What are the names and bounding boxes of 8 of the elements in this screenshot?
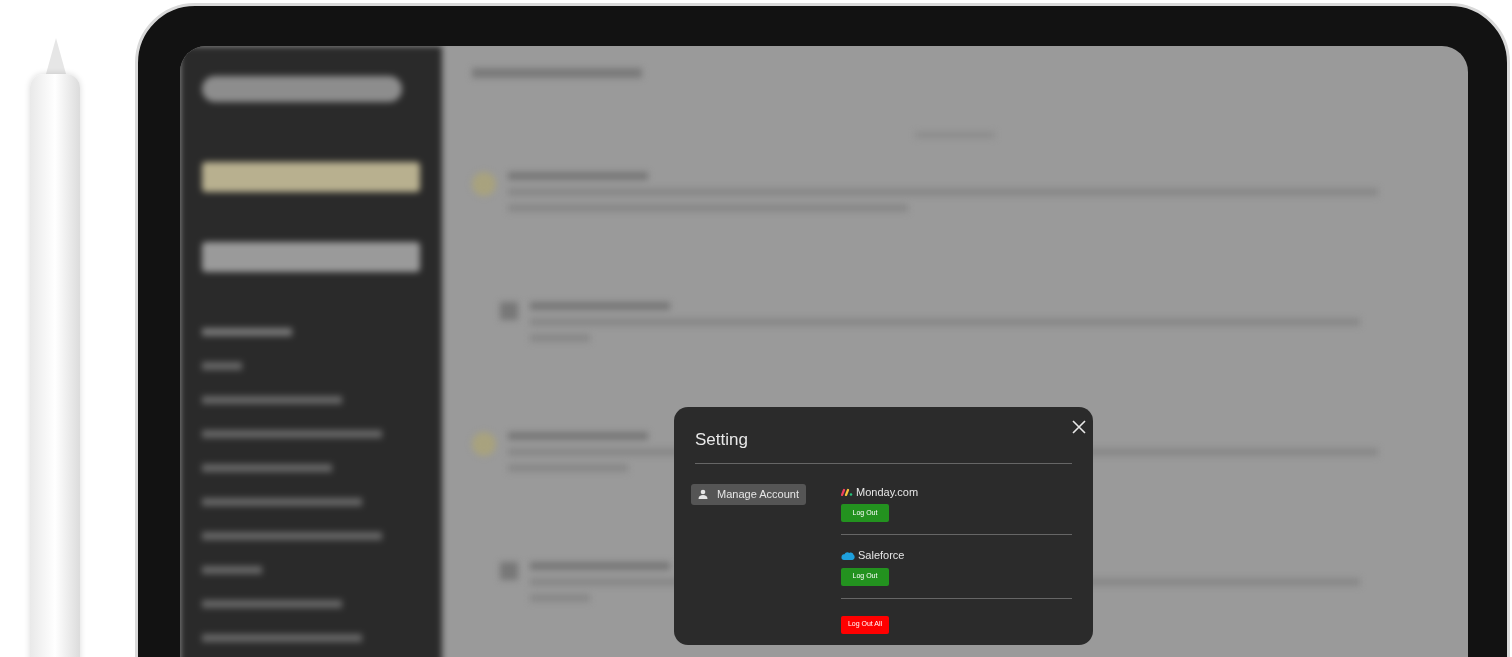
dialog-title: Setting <box>695 429 748 451</box>
service-name: Monday.com <box>856 484 919 500</box>
person-icon <box>698 489 708 499</box>
cloud-icon <box>841 550 855 560</box>
manage-account-tab[interactable]: Manage Account <box>691 483 806 505</box>
close-icon[interactable] <box>1071 419 1087 435</box>
service-name: Saleforce <box>858 548 905 563</box>
logo-icon <box>841 487 853 496</box>
